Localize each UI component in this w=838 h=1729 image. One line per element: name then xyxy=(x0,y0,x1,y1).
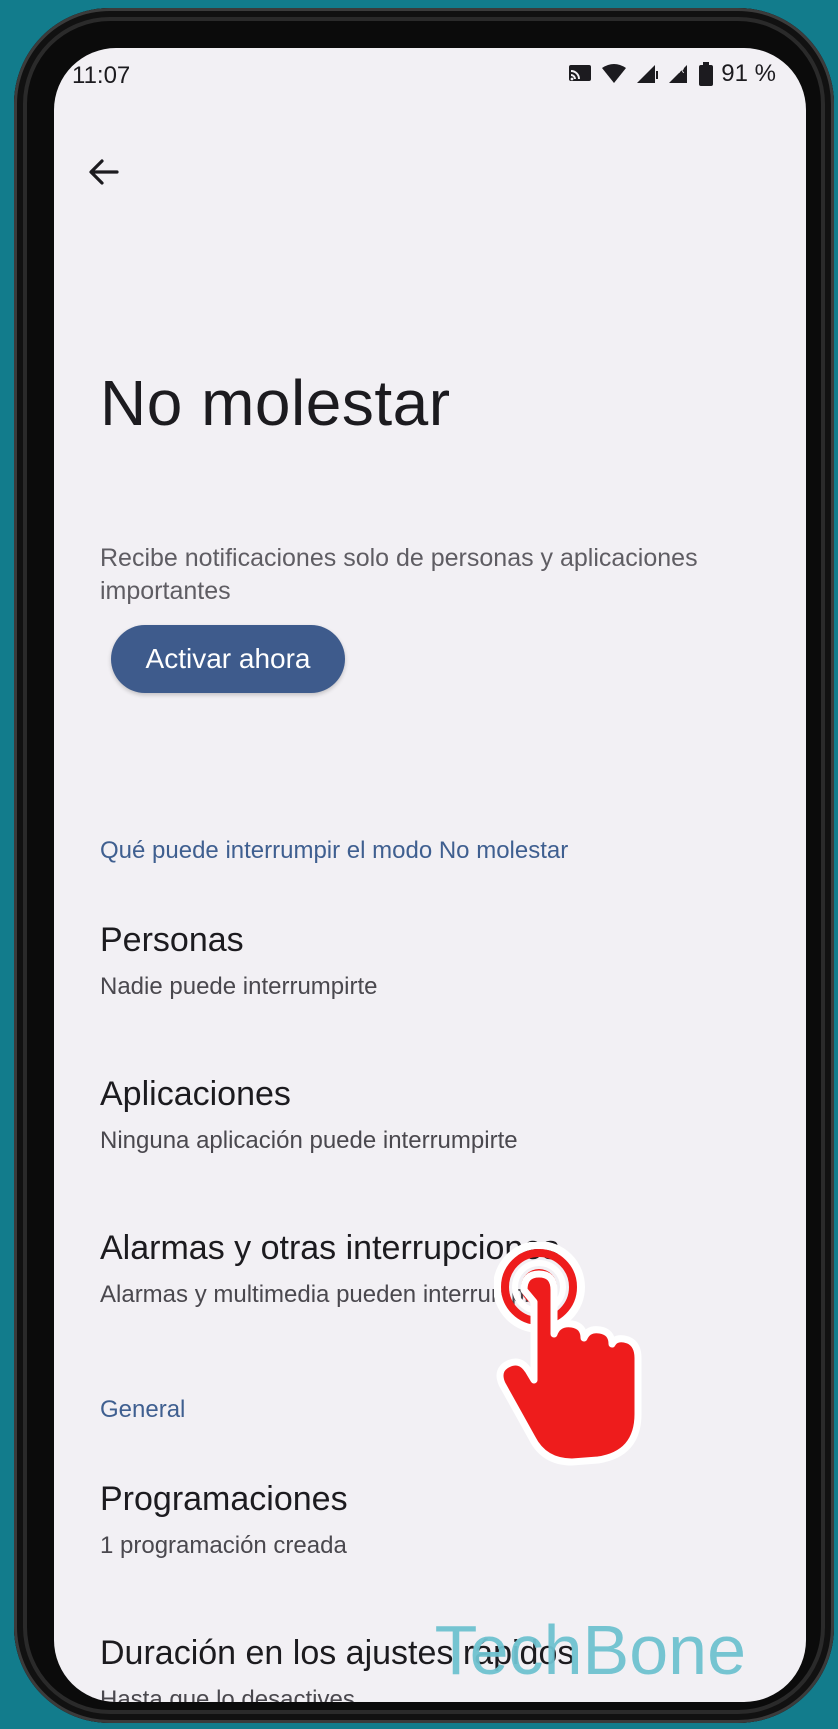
setting-item-subtitle: 1 programación creada xyxy=(100,1532,347,1559)
battery-percent: 91 % xyxy=(721,60,776,87)
setting-item-title: Programaciones xyxy=(100,1480,348,1518)
screen: 11:07 R 91 % No molestar Recibe notifica… xyxy=(54,48,806,1702)
battery-icon xyxy=(699,62,714,86)
signal-roaming-icon: R xyxy=(669,65,688,83)
cast-icon xyxy=(569,65,592,81)
setting-item-apps[interactable]: Aplicaciones Ninguna aplicación puede in… xyxy=(100,1072,760,1156)
setting-item-schedules[interactable]: Programaciones 1 programación creada xyxy=(100,1477,760,1561)
back-button[interactable] xyxy=(80,148,128,196)
setting-item-subtitle: Ninguna aplicación puede interrumpirte xyxy=(100,1127,518,1154)
setting-item-subtitle: Nadie puede interrumpirte xyxy=(100,973,378,1000)
wifi-icon xyxy=(602,64,627,83)
svg-text:R: R xyxy=(678,65,685,75)
status-time: 11:07 xyxy=(72,62,131,89)
setting-item-title: Alarmas y otras interrupciones xyxy=(100,1229,560,1267)
setting-item-alarms[interactable]: Alarmas y otras interrupciones Alarmas y… xyxy=(100,1226,760,1310)
setting-item-subtitle: Alarmas y multimedia pueden interrumpirt… xyxy=(100,1281,558,1308)
setting-item-title: Personas xyxy=(100,921,244,959)
section-header-interruptions: Qué puede interrumpir el modo No molesta… xyxy=(100,837,569,864)
signal-icon xyxy=(637,65,659,83)
status-icons: R 91 % xyxy=(567,60,776,88)
page-title: No molestar xyxy=(100,367,451,439)
setting-item-people[interactable]: Personas Nadie puede interrumpirte xyxy=(100,918,760,1002)
watermark-logo: TechBone xyxy=(434,1611,746,1689)
activate-now-button[interactable]: Activar ahora xyxy=(111,625,345,693)
setting-item-title: Aplicaciones xyxy=(100,1075,291,1113)
tap-hand-icon xyxy=(494,1242,642,1466)
phone-frame: 11:07 R 91 % No molestar Recibe notifica… xyxy=(14,8,834,1723)
page-description: Recibe notificaciones solo de personas y… xyxy=(100,544,698,605)
status-bar: 11:07 R 91 % xyxy=(54,48,806,104)
arrow-left-icon xyxy=(89,159,119,185)
section-header-general: General xyxy=(100,1396,186,1423)
